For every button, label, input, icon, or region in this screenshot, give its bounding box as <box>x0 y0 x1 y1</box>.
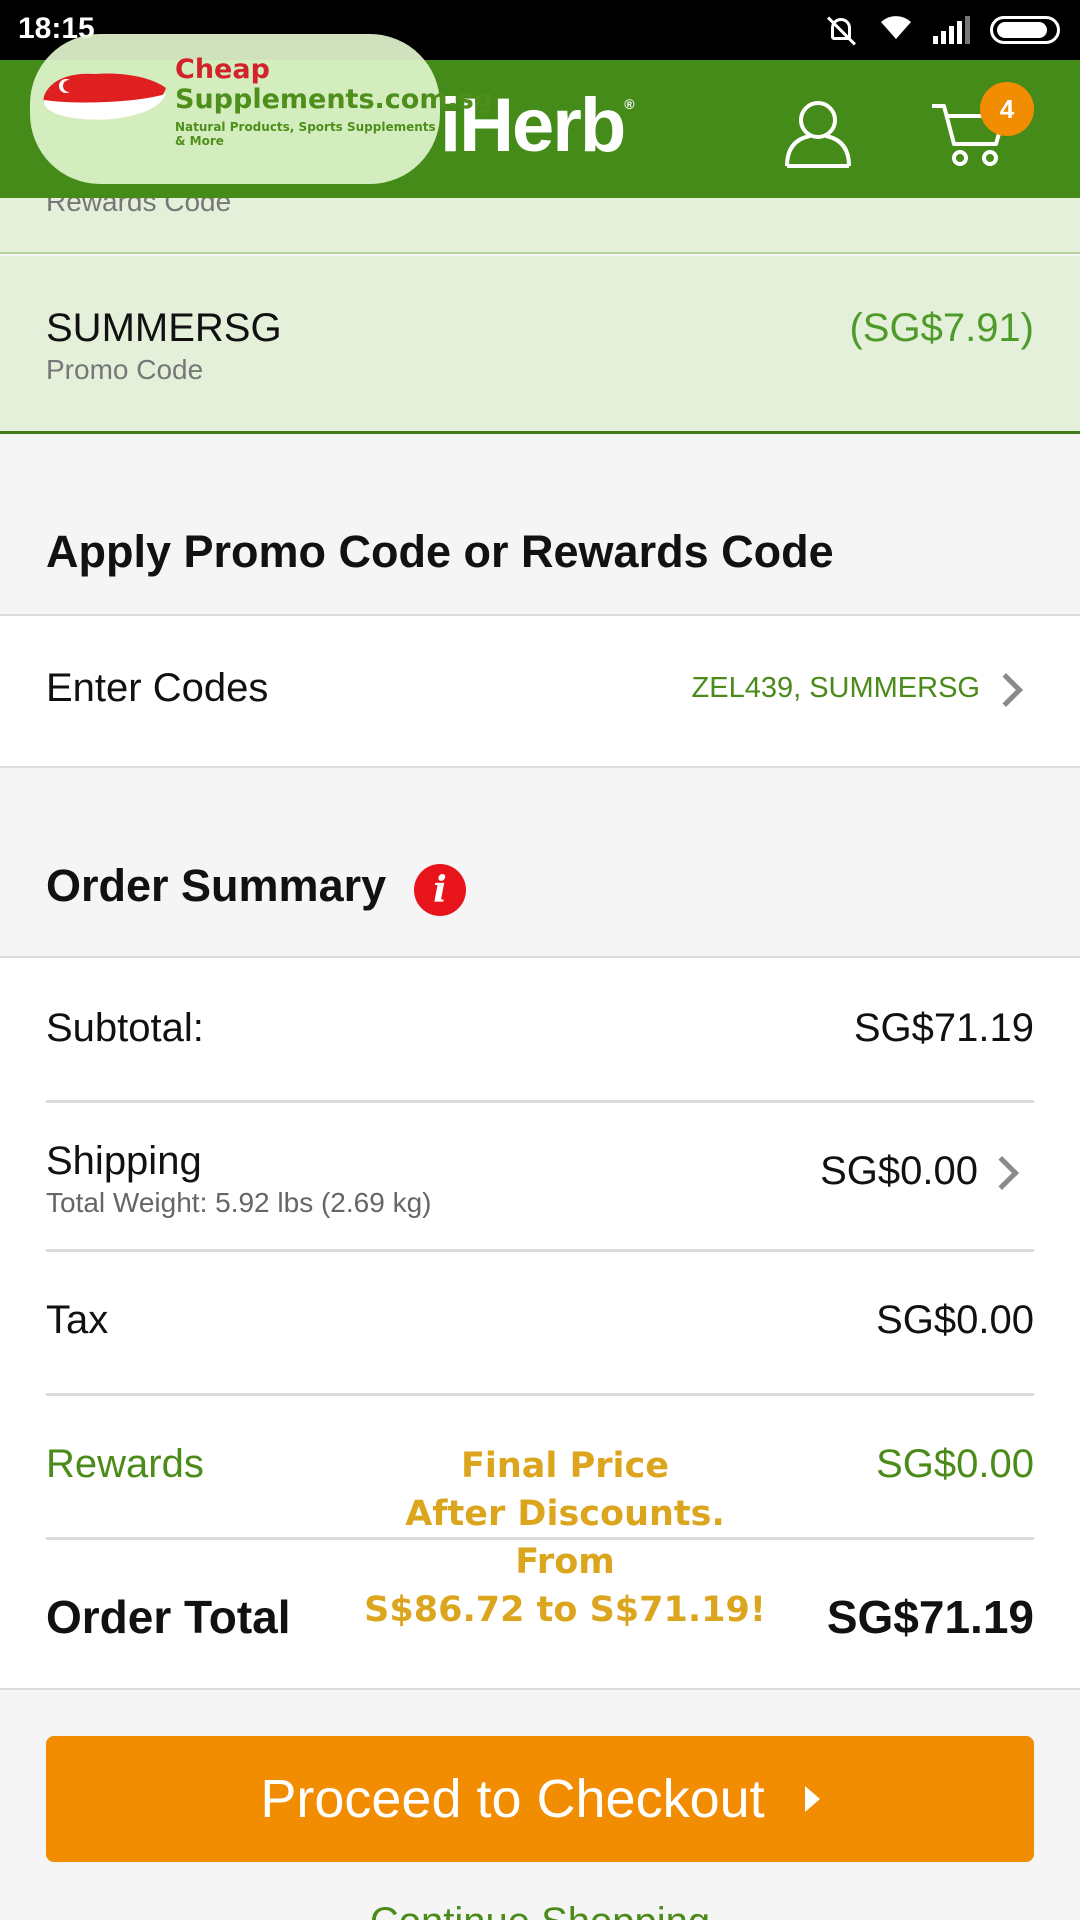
applied-code-type: Rewards Code <box>46 198 232 217</box>
promo-code-discount: (SG$7.91) <box>849 306 1034 350</box>
logo-tagline: Natural Products, Sports Supplements & M… <box>175 120 436 148</box>
signal-icon <box>933 16 970 44</box>
subtotal-label: Subtotal: <box>46 1006 204 1050</box>
checkout-button-label: Proceed to Checkout <box>260 1769 765 1829</box>
continue-shopping-link[interactable]: Continue Shopping <box>0 1900 1080 1920</box>
order-total-label: Order Total <box>46 1591 291 1643</box>
entered-codes-value: ZEL439, SUMMERSG <box>691 672 980 704</box>
applied-code-rewards: Rewards Code <box>0 198 1080 254</box>
user-icon[interactable] <box>782 96 854 168</box>
order-summary-title: Order Summary <box>46 860 387 911</box>
cart-count-badge: 4 <box>980 82 1034 136</box>
promo-code-name: SUMMERSG <box>46 306 282 350</box>
annotation-line: S$86.72 to S$71.19! <box>364 1590 766 1630</box>
shipping-weight: Total Weight: 5.92 lbs (2.69 kg) <box>46 1187 432 1218</box>
applied-code-promo: SUMMERSG Promo Code (SG$7.91) <box>0 256 1080 434</box>
shipping-row[interactable]: Shipping Total Weight: 5.92 lbs (2.69 kg… <box>46 1103 1034 1249</box>
order-total-value: SG$71.19 <box>826 1591 1034 1643</box>
subtotal-row: Subtotal: SG$71.19 <box>46 958 1034 1102</box>
tax-value: SG$0.00 <box>876 1298 1034 1342</box>
arrow-right-icon <box>804 1785 820 1812</box>
promo-code-type: Promo Code <box>46 354 204 385</box>
rewards-label: Rewards <box>46 1442 204 1486</box>
annotation-line: Final Price <box>460 1446 670 1486</box>
subtotal-value: SG$71.19 <box>853 1006 1034 1050</box>
flag-map-icon <box>43 73 166 120</box>
mute-icon <box>825 15 859 46</box>
shipping-label: Shipping <box>46 1139 202 1183</box>
apply-codes-title: Apply Promo Code or Rewards Code <box>46 526 834 577</box>
enter-codes-label: Enter Codes <box>46 666 269 710</box>
wifi-icon <box>879 13 913 47</box>
annotation-line: After Discounts. <box>405 1494 725 1534</box>
discount-annotation: Final Price After Discounts. From S$86.7… <box>330 1442 800 1634</box>
tax-row: Tax SG$0.00 <box>46 1252 1034 1396</box>
rewards-value: SG$0.00 <box>876 1442 1034 1486</box>
annotation-line: From <box>515 1542 615 1582</box>
chevron-right-icon <box>985 1156 1019 1190</box>
logo-text-domain: Supplements.com.sg <box>175 84 494 115</box>
proceed-to-checkout-button[interactable]: Proceed to Checkout <box>46 1736 1034 1862</box>
enter-codes-row[interactable]: Enter Codes ZEL439, SUMMERSG <box>0 616 1080 768</box>
info-icon[interactable]: i <box>414 864 466 916</box>
status-icons <box>825 14 1060 46</box>
battery-icon <box>990 16 1060 44</box>
tax-label: Tax <box>46 1298 109 1342</box>
shipping-value: SG$0.00 <box>820 1149 978 1193</box>
store-logo: Cheap Supplements.com.sg Natural Product… <box>30 34 493 184</box>
logo-text-cheap: Cheap <box>175 54 270 85</box>
chevron-right-icon <box>989 673 1023 707</box>
